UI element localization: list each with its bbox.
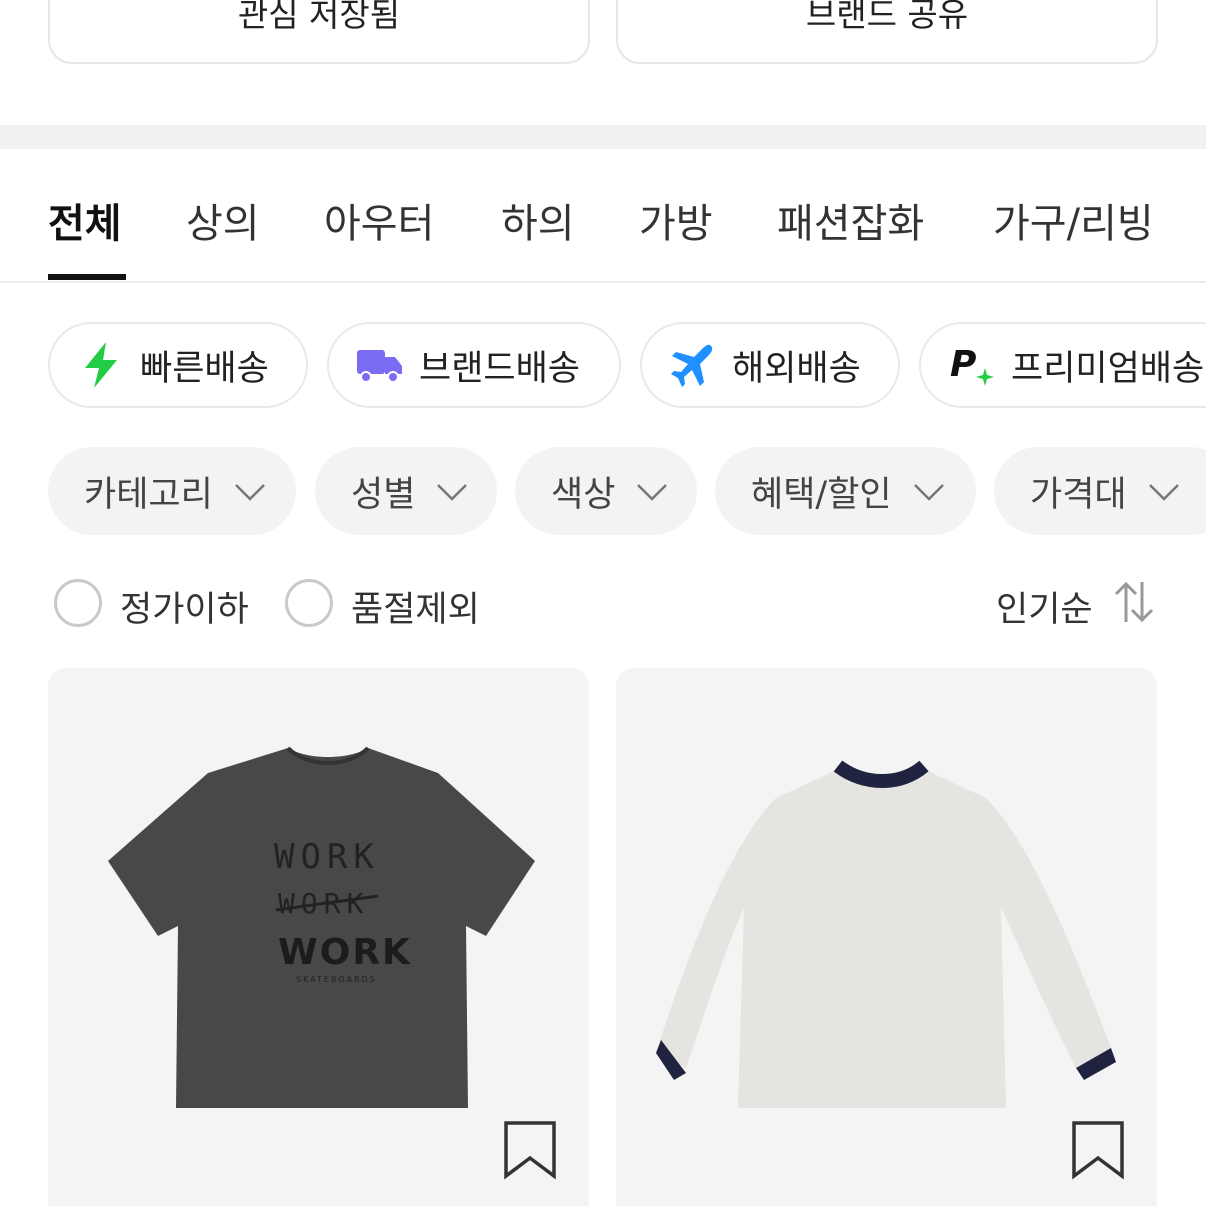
filter-benefit-label: 혜택/할인 [751,474,892,515]
overseas-delivery-chip[interactable]: 해외배송 [640,322,900,408]
svg-text:WORK: WORK [278,932,412,973]
tab-accessories[interactable]: 패션잡화 [777,191,924,249]
tab-bottoms[interactable]: 하의 [501,191,575,249]
filter-category[interactable]: 카테고리 [48,447,296,535]
chevron-down-icon [913,484,944,501]
filter-price-label: 가격대 [1030,474,1127,515]
filter-gender[interactable]: 성별 [315,447,497,535]
below-list-price-radio[interactable] [54,579,102,627]
exclude-sold-out-label[interactable]: 품절제외 [351,581,480,632]
wishlist-saved-label: 관심 저장됨 [237,0,401,34]
product-card[interactable] [616,668,1157,1206]
exclude-sold-out-radio[interactable] [285,579,333,627]
share-brand-label: 브랜드 공유 [805,0,969,34]
tab-all[interactable]: 전체 [48,191,122,249]
section-divider [0,125,1206,149]
bookmark-icon[interactable] [1070,1120,1126,1180]
fast-delivery-label: 빠른배송 [140,348,269,389]
tab-outer[interactable]: 아우터 [324,191,434,249]
filter-category-label: 카테고리 [84,474,213,515]
tab-tops[interactable]: 상의 [186,191,260,249]
filter-price-range[interactable]: 가격대 [994,447,1206,535]
filter-gender-label: 성별 [351,474,416,515]
filter-color[interactable]: 색상 [515,447,697,535]
category-tabs: 전체 상의 아우터 하의 가방 패션잡화 가구/리빙 [0,149,1206,283]
premium-p-icon: P [949,342,995,388]
chevron-down-icon [1148,484,1179,501]
sort-dropdown[interactable]: 인기순 [996,581,1093,632]
bookmark-icon[interactable] [502,1120,558,1180]
wishlist-saved-button[interactable]: 관심 저장됨 [48,0,590,64]
chevron-down-icon [437,484,468,501]
svg-text:SKATEBOARDS: SKATEBOARDS [296,975,377,984]
brand-page: 관심 저장됨 브랜드 공유 전체 상의 아우터 하의 가방 패션잡화 가구/리빙… [0,0,1206,1206]
lightning-icon [78,342,124,388]
airplane-icon [670,342,716,388]
sort-arrows-icon[interactable] [1112,580,1156,624]
overseas-delivery-label: 해외배송 [732,348,861,389]
tab-bags[interactable]: 가방 [639,191,713,249]
tab-furniture-living[interactable]: 가구/리빙 [993,191,1154,249]
premium-delivery-chip[interactable]: P 프리미엄배송 [919,322,1206,408]
share-brand-button[interactable]: 브랜드 공유 [616,0,1158,64]
premium-delivery-label: 프리미엄배송 [1011,348,1205,389]
brand-delivery-chip[interactable]: 브랜드배송 [327,322,621,408]
truck-icon [357,342,403,388]
filter-benefit-discount[interactable]: 혜택/할인 [715,447,976,535]
svg-text:WORK: WORK [274,837,380,877]
below-list-price-label[interactable]: 정가이하 [120,581,249,632]
filter-color-label: 색상 [551,474,616,515]
chevron-down-icon [637,484,668,501]
svg-text:P: P [950,344,976,385]
chevron-down-icon [234,484,265,501]
brand-delivery-label: 브랜드배송 [419,348,581,389]
fast-delivery-chip[interactable]: 빠른배송 [48,322,308,408]
active-tab-indicator [48,274,126,280]
product-card[interactable]: WORK WORK WORK SKATEBOARDS [48,668,589,1206]
